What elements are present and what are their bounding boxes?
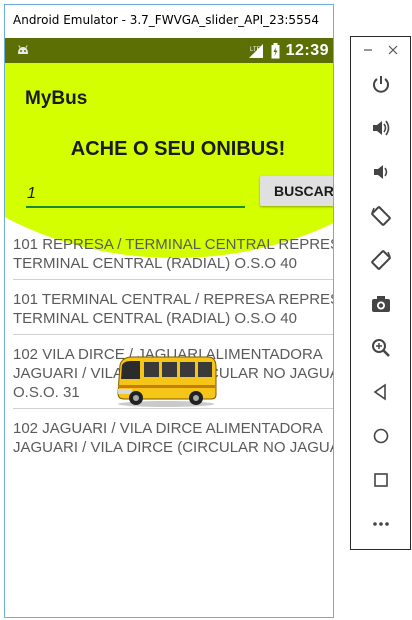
result-line-2: TERMINAL CENTRAL (RADIAL) O.S.O 40	[13, 255, 297, 272]
result-line-1: 101 TERMINAL CENTRAL / REPRESA REPRESA	[13, 291, 334, 308]
zoom-button[interactable]	[367, 334, 395, 362]
more-icon	[373, 522, 389, 526]
emulator-side-panel	[350, 36, 411, 550]
signal-icon: LTE	[248, 43, 263, 58]
search-input[interactable]	[26, 182, 245, 208]
app-title: MyBus	[25, 88, 88, 109]
zoom-icon	[372, 339, 390, 357]
rotate-right-button[interactable]	[367, 246, 395, 274]
search-button[interactable]: BUSCAR	[260, 176, 333, 206]
rotate-left-button[interactable]	[367, 202, 395, 230]
result-item[interactable]: 101 TERMINAL CENTRAL / REPRESA REPRESA T…	[13, 288, 334, 335]
status-bar: LTE 12:39	[5, 38, 333, 63]
clock: 12:39	[285, 41, 329, 59]
camera-icon	[372, 296, 390, 312]
back-button[interactable]	[367, 378, 395, 406]
network-type-label: LTE	[250, 47, 261, 53]
result-item[interactable]: 101 REPRESA / TERMINAL CENTRAL REPRESA T…	[13, 233, 334, 280]
device-screen: LTE 12:39 MyBus ACHE O SEU ONIBUS! BUSCA…	[5, 38, 334, 617]
back-icon	[373, 383, 386, 401]
volume-down-icon	[374, 165, 388, 179]
home-button[interactable]	[367, 422, 395, 450]
home-icon	[373, 428, 389, 444]
page-headline: ACHE O SEU ONIBUS!	[70, 138, 286, 160]
battery-icon	[271, 42, 280, 58]
result-line-2: TERMINAL CENTRAL (RADIAL) O.S.O 40	[13, 310, 297, 327]
bus-image	[117, 356, 217, 407]
volume-up-button[interactable]	[367, 114, 395, 142]
volume-up-icon	[373, 120, 390, 136]
power-icon	[373, 76, 389, 93]
emulator-window: Android Emulator - 3.7_FWVGA_slider_API_…	[4, 4, 334, 618]
results-list: 101 REPRESA / TERMINAL CENTRAL REPRESA T…	[13, 233, 334, 463]
close-icon[interactable]	[388, 45, 398, 55]
power-button[interactable]	[367, 70, 395, 98]
window-title: Android Emulator - 3.7_FWVGA_slider_API_…	[5, 5, 333, 36]
android-icon	[18, 45, 28, 54]
result-item[interactable]: 102 JAGUARI / VILA DIRCE ALIMENTADORA JA…	[13, 417, 334, 463]
overview-icon	[374, 473, 388, 487]
overview-button[interactable]	[367, 466, 395, 494]
minimize-icon[interactable]	[363, 45, 373, 55]
more-button[interactable]	[367, 510, 395, 538]
screenshot-button[interactable]	[367, 290, 395, 318]
rotate-left-icon	[371, 206, 391, 226]
result-line-2: JAGUARI / VILA DIRCE (CIRCULAR NO JAGUAR…	[13, 439, 334, 456]
volume-down-button[interactable]	[367, 158, 395, 186]
result-line-1: 102 JAGUARI / VILA DIRCE ALIMENTADORA	[13, 420, 323, 437]
rotate-right-icon	[371, 250, 391, 270]
result-line-1: 101 REPRESA / TERMINAL CENTRAL REPRESA	[13, 236, 334, 253]
panel-window-controls	[351, 43, 410, 59]
